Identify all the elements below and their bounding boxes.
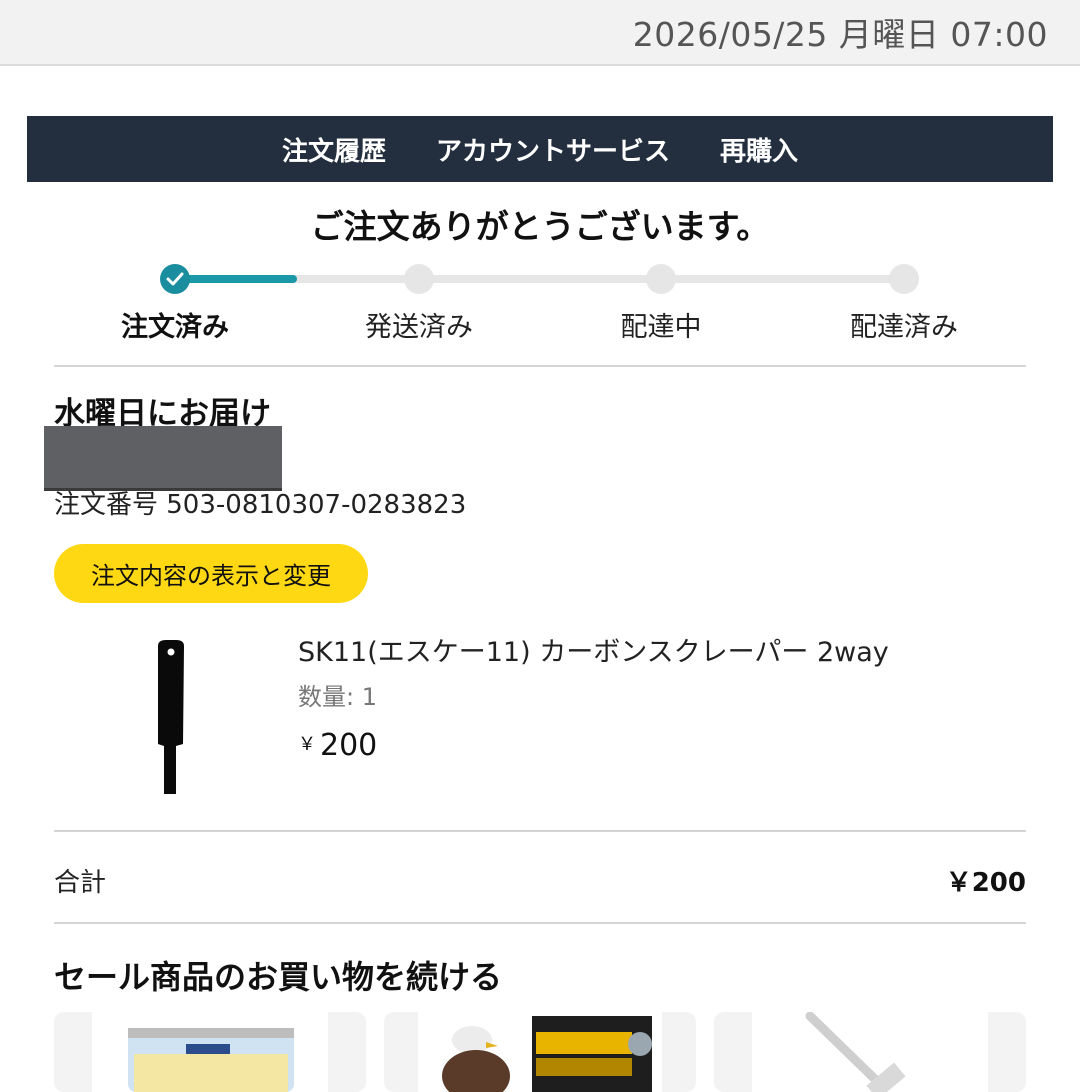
paint-can-image	[128, 1028, 294, 1092]
order-number: 注文番号 503-0810307-0283823	[54, 490, 467, 520]
divider	[54, 830, 1026, 832]
step-label-ordered: 注文済み	[121, 312, 229, 343]
step-label-out-for-delivery: 配達中	[620, 312, 702, 343]
scraper-image	[158, 640, 184, 794]
product-quantity: 数量: 1	[298, 683, 377, 711]
sale-product-card[interactable]	[384, 1012, 696, 1092]
redacted-block	[44, 426, 282, 491]
nav-order-history[interactable]: 注文履歴	[282, 131, 386, 168]
total-label: 合計	[54, 868, 107, 898]
product-image[interactable]	[140, 636, 200, 796]
datetime-label: 2026/05/25 月曜日 07:00	[632, 15, 1048, 54]
product-price: ￥ 200	[298, 728, 377, 763]
bird-deterrent-image	[442, 1016, 652, 1092]
step-dot-delivered	[889, 264, 919, 294]
divider	[54, 922, 1026, 924]
price-value: 200	[320, 728, 378, 763]
nav-account-service[interactable]: アカウントサービス	[436, 131, 670, 168]
step-label-delivered: 配達済み	[850, 312, 958, 343]
view-edit-order-button[interactable]: 注文内容の表示と変更	[54, 544, 368, 603]
tool-image	[805, 1012, 906, 1092]
page-title: ご注文ありがとうございます。	[310, 207, 770, 246]
total-value: ￥200	[945, 868, 1026, 898]
status-bar: 2026/05/25 月曜日 07:00	[0, 0, 1080, 66]
top-navigation: 注文履歴 アカウントサービス 再購入	[27, 116, 1053, 182]
step-dot-shipped	[404, 264, 434, 294]
sale-section-heading: セール商品のお買い物を続ける	[54, 958, 503, 996]
step-dot-out-for-delivery	[646, 264, 676, 294]
product-title[interactable]: SK11(エスケー11) カーボンスクレーパー 2way	[298, 630, 889, 669]
sale-product-card[interactable]	[714, 1012, 1026, 1092]
divider	[54, 365, 1026, 367]
check-icon	[166, 272, 184, 286]
nav-buy-again[interactable]: 再購入	[720, 131, 798, 168]
sale-product-card[interactable]	[54, 1012, 366, 1092]
currency-symbol: ￥	[298, 734, 316, 755]
progress-fill	[175, 275, 297, 283]
step-label-shipped: 発送済み	[365, 312, 473, 343]
step-dot-ordered	[160, 264, 190, 294]
